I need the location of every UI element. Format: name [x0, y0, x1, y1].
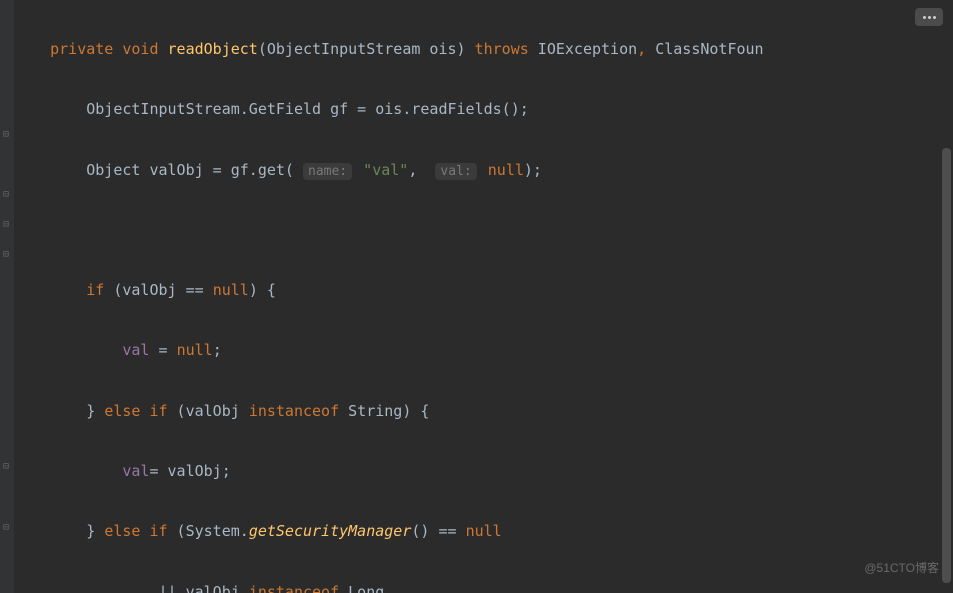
keyword: private: [50, 40, 113, 58]
keyword: throws: [475, 40, 529, 58]
keyword: null: [488, 161, 524, 179]
code-line: Object valObj = gf.get( name: "val", val…: [14, 155, 939, 185]
keyword: if: [86, 281, 104, 299]
dot-icon: [923, 16, 926, 19]
param-hint: val:: [435, 163, 476, 180]
code-line: if (valObj == null) {: [14, 275, 939, 305]
fold-marker-icon[interactable]: ⊟: [3, 523, 11, 533]
field: val: [122, 462, 149, 480]
fold-marker-icon[interactable]: ⊟: [3, 220, 11, 230]
keyword: else if: [104, 522, 167, 540]
code-text: =: [149, 341, 176, 359]
more-actions-button[interactable]: [915, 8, 943, 26]
code-text: = valObj;: [149, 462, 230, 480]
code-text: || valObj: [159, 583, 249, 593]
fold-marker-icon[interactable]: ⊟: [3, 250, 11, 260]
code-text: ) {: [249, 281, 276, 299]
code-text: Long: [339, 583, 384, 593]
code-text: Object valObj = gf.get(: [86, 161, 303, 179]
code-text: );: [524, 161, 542, 179]
code-text: (System.: [168, 522, 249, 540]
code-text: (ObjectInputStream ois): [258, 40, 475, 58]
code-text: ObjectInputStream.GetField gf = ois.read…: [86, 100, 529, 118]
code-text: }: [86, 402, 104, 420]
fold-marker-icon[interactable]: ⊟: [3, 130, 11, 140]
code-line: || valObj instanceof Long: [14, 577, 939, 593]
dot-icon: [933, 16, 936, 19]
field: val: [122, 341, 149, 359]
code-text: (valObj ==: [104, 281, 212, 299]
vertical-scrollbar[interactable]: [942, 148, 951, 583]
dot-icon: [928, 16, 931, 19]
code-text: ;: [213, 341, 222, 359]
code-text: String) {: [339, 402, 429, 420]
code-text: () ==: [411, 522, 465, 540]
watermark: @51CTO博客: [864, 553, 939, 583]
keyword: else if: [104, 402, 167, 420]
keyword: instanceof: [249, 402, 339, 420]
code-line: private void readObject(ObjectInputStrea…: [14, 34, 939, 64]
code-line: val = null;: [14, 335, 939, 365]
code-text: ,: [408, 161, 435, 179]
keyword: instanceof: [249, 583, 339, 593]
code-line: [14, 215, 939, 245]
code-line: } else if (valObj instanceof String) {: [14, 396, 939, 426]
fold-marker-icon[interactable]: ⊟: [3, 190, 11, 200]
keyword: null: [213, 281, 249, 299]
keyword: null: [466, 522, 502, 540]
code-text: }: [86, 522, 104, 540]
code-editor[interactable]: private void readObject(ObjectInputStrea…: [14, 0, 939, 593]
param-hint: name:: [303, 163, 352, 180]
code-text: IOException: [529, 40, 637, 58]
method-name: getSecurityManager: [249, 522, 412, 540]
code-line: ObjectInputStream.GetField gf = ois.read…: [14, 94, 939, 124]
code-line: } else if (System.getSecurityManager() =…: [14, 516, 939, 546]
fold-marker-icon[interactable]: ⊟: [3, 462, 11, 472]
comma: ,: [637, 40, 646, 58]
method-name: readObject: [168, 40, 258, 58]
code-line: val= valObj;: [14, 456, 939, 486]
string-literal: "val": [363, 161, 408, 179]
gutter: ⊟ ⊟ ⊟ ⊟ ⊟ ⊟: [0, 0, 14, 593]
keyword: null: [177, 341, 213, 359]
code-text: (valObj: [168, 402, 249, 420]
code-text: ClassNotFoun: [646, 40, 763, 58]
keyword: void: [122, 40, 158, 58]
